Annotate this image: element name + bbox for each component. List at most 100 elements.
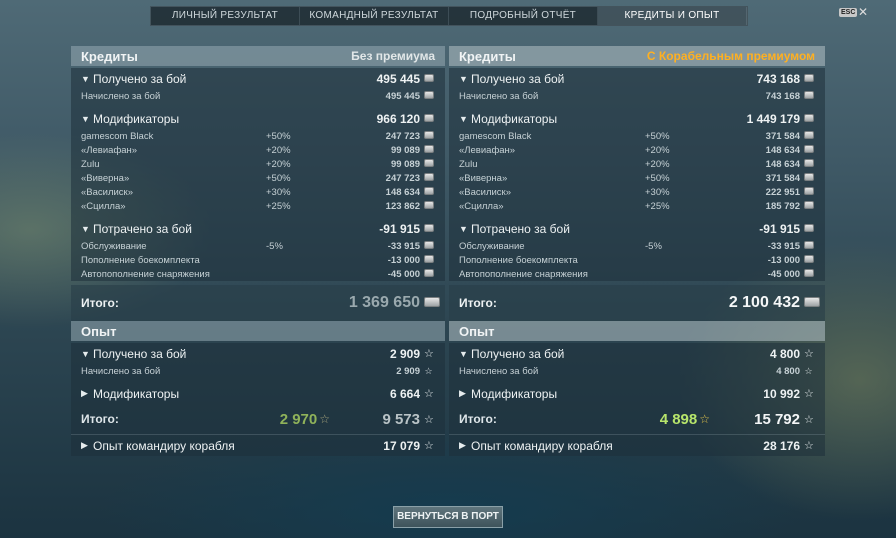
star-icon: ☆ xyxy=(804,347,814,360)
star-icon: ☆ xyxy=(424,366,433,377)
triangle-down-icon[interactable]: ▼ xyxy=(459,114,471,124)
credits-coin-icon xyxy=(804,159,814,169)
star-glyph: ☆ xyxy=(804,348,814,360)
section-label: Модификаторы xyxy=(93,111,180,126)
credits-coin-icon xyxy=(424,297,440,309)
section-row[interactable]: ▼ Потрачено за бой -91 915 xyxy=(71,218,445,239)
tab-personal-result[interactable]: ЛИЧНЫЙ РЕЗУЛЬТАТ xyxy=(151,7,300,25)
detail-label: «Левиафан» xyxy=(459,144,516,156)
coin-shape xyxy=(804,187,814,195)
coin-shape xyxy=(804,241,814,249)
coin-shape xyxy=(424,131,434,139)
detail-value: 4 800 xyxy=(776,365,800,377)
section-label: Получено за бой xyxy=(471,346,565,361)
return-to-port-button[interactable]: ВЕРНУТЬСЯ В ПОРТ xyxy=(393,506,503,528)
account-type-note: Без премиума xyxy=(351,49,435,63)
detail-row: «Василиск» +30% 148 634 xyxy=(71,185,445,199)
tab-credits-and-xp[interactable]: КРЕДИТЫ И ОПЫТ xyxy=(598,7,747,25)
section-value: 2 909 xyxy=(389,346,420,361)
section-row[interactable]: ▼ Получено за бой 743 168 xyxy=(449,68,825,89)
section-row[interactable]: ▶ Модификаторы 10 992 ☆ xyxy=(449,383,825,404)
credits-coin-icon xyxy=(424,223,434,234)
section-label: Получено за бой xyxy=(93,71,187,86)
detail-label: gamescom Black xyxy=(81,130,154,142)
credits-coin-icon xyxy=(424,113,434,124)
star-glyph: ☆ xyxy=(804,388,814,400)
tab-team-result[interactable]: КОМАНДНЫЙ РЕЗУЛЬТАТ xyxy=(300,7,449,25)
detail-value: 247 723 xyxy=(385,172,420,184)
detail-percent: +50% xyxy=(266,172,291,184)
detail-value: 148 634 xyxy=(765,144,800,156)
detail-percent: +20% xyxy=(266,144,291,156)
xp-header: Опыт xyxy=(71,321,445,341)
section-row[interactable]: ▼ Получено за бой 2 909 ☆ xyxy=(71,343,445,364)
section-row[interactable]: ▼ Получено за бой 4 800 ☆ xyxy=(449,343,825,364)
free-xp-star-icon: ☆ xyxy=(699,412,710,426)
credits-coin-icon xyxy=(804,131,814,141)
section-value: 28 176 xyxy=(763,438,800,453)
section-row[interactable]: ▶ Модификаторы 6 664 ☆ xyxy=(71,383,445,404)
detail-value: 2 909 xyxy=(396,365,420,377)
section-row[interactable]: ▼ Потрачено за бой -91 915 xyxy=(449,218,825,239)
section-label: Потрачено за бой xyxy=(93,221,192,236)
triangle-down-icon[interactable]: ▼ xyxy=(459,74,471,84)
detail-percent: +20% xyxy=(266,158,291,170)
section-label: Потрачено за бой xyxy=(471,221,570,236)
triangle-right-icon[interactable]: ▶ xyxy=(81,388,93,399)
detail-label: Обслуживание xyxy=(459,240,525,252)
detail-row: Автопополнение снаряжения -45 000 xyxy=(71,267,445,281)
star-glyph: ☆ xyxy=(424,348,434,360)
detail-label: Начислено за бой xyxy=(459,90,539,102)
account-type-note: С Корабельным премиумом xyxy=(646,49,815,63)
tab-detailed-report[interactable]: ПОДРОБНЫЙ ОТЧЁТ xyxy=(449,7,598,25)
star-glyph: ☆ xyxy=(424,440,434,452)
triangle-down-icon[interactable]: ▼ xyxy=(81,224,93,234)
detail-row: «Сцилла» +25% 185 792 xyxy=(449,199,825,213)
detail-value: 743 168 xyxy=(765,90,800,102)
detail-row: Пополнение боекомплекта -13 000 xyxy=(449,253,825,267)
section-value: -91 915 xyxy=(759,221,800,236)
credits-coin-icon xyxy=(424,201,434,211)
coin-shape xyxy=(804,173,814,181)
triangle-right-icon[interactable]: ▶ xyxy=(459,388,471,399)
credits-coin-icon xyxy=(424,255,434,265)
commander-xp-row[interactable]: ▶ Опыт командиру корабля 17 079 ☆ xyxy=(71,434,445,456)
detail-label: «Сцилла» xyxy=(81,200,126,212)
credits-title: Кредиты xyxy=(81,48,138,64)
commander-xp-row[interactable]: ▶ Опыт командиру корабля 28 176 ☆ xyxy=(449,434,825,456)
triangle-down-icon[interactable]: ▼ xyxy=(81,114,93,124)
credits-coin-icon xyxy=(424,91,434,101)
triangle-right-icon[interactable]: ▶ xyxy=(459,440,471,451)
detail-label: Обслуживание xyxy=(81,240,147,252)
triangle-down-icon[interactable]: ▼ xyxy=(81,349,93,359)
coin-shape xyxy=(424,73,434,82)
coin-shape xyxy=(804,297,820,307)
detail-value: -45 000 xyxy=(767,268,800,280)
detail-value: 495 445 xyxy=(385,90,420,102)
coin-shape xyxy=(804,269,814,277)
credits-coin-icon xyxy=(804,113,814,124)
credits-coin-icon xyxy=(804,201,814,211)
xp-total-label: Итого: xyxy=(459,412,497,426)
section-row[interactable]: ▼ Модификаторы 966 120 xyxy=(71,108,445,129)
detail-value: 371 584 xyxy=(765,130,800,142)
section-row[interactable]: ▼ Модификаторы 1 449 179 xyxy=(449,108,825,129)
triangle-down-icon[interactable]: ▼ xyxy=(459,224,471,234)
coin-shape xyxy=(424,173,434,181)
xp-block: ▼ Получено за бой 2 909 ☆ Начислено за бой 2 … xyxy=(71,343,445,456)
free-xp-value: 2 970 xyxy=(279,410,318,428)
detail-label: «Василиск» xyxy=(81,186,133,198)
close-icon[interactable]: ✕ xyxy=(858,5,868,19)
detail-percent: +30% xyxy=(645,186,670,198)
triangle-down-icon[interactable]: ▼ xyxy=(81,74,93,84)
detail-label: «Левиафан» xyxy=(81,144,138,156)
detail-value: -33 915 xyxy=(767,240,800,252)
triangle-down-icon[interactable]: ▼ xyxy=(459,349,471,359)
xp-total-row: Итого: 2 970 ☆ 9 573 ☆ xyxy=(71,404,445,434)
section-row[interactable]: ▼ Получено за бой 495 445 xyxy=(71,68,445,89)
section-value: 1 449 179 xyxy=(746,111,800,126)
triangle-right-icon[interactable]: ▶ xyxy=(81,440,93,451)
detail-percent: +50% xyxy=(645,172,670,184)
detail-label: «Виверна» xyxy=(81,172,130,184)
detail-percent: +50% xyxy=(645,130,670,142)
